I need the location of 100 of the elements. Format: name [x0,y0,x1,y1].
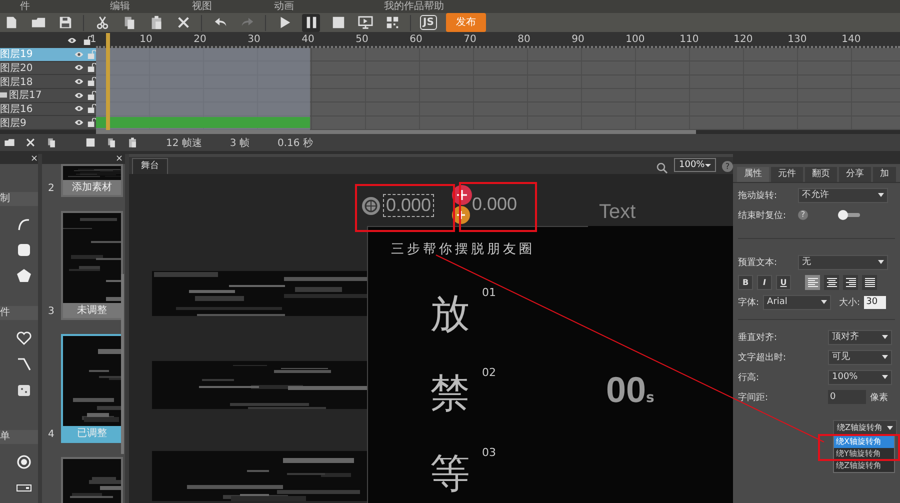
dropdown-option[interactable]: 绕Z轴旋转角 [834,460,894,472]
panel-tab[interactable]: 加 [873,167,896,182]
menu-item[interactable]: 件 [0,0,100,13]
panel-tab[interactable]: 分享 [839,167,871,182]
add-icon[interactable] [451,205,471,225]
javascript-button[interactable]: JS [420,14,437,32]
folder-icon [30,15,46,30]
page-thumbnail[interactable]: 添加素材 [61,164,123,197]
step-number: 03 [482,446,496,459]
field-label: 拖动旋转: [738,190,778,202]
text-style-button[interactable]: I [757,274,772,290]
copy-icon[interactable] [46,137,57,148]
menu-item[interactable]: 编辑 [100,0,182,13]
dropdown[interactable]: 绕Z轴旋转角 [833,420,897,435]
unlock-icon[interactable] [87,118,96,128]
unlock-icon[interactable] [87,63,96,72]
align-icon [846,278,856,286]
frame-number: 60 [410,34,422,45]
dropdown-option[interactable]: 绕Y轴旋转角 [834,448,894,460]
rotate-handle-icon[interactable] [361,196,381,216]
add-icon[interactable] [451,184,473,206]
field-label: 垂直对齐: [738,332,778,344]
panel-tab[interactable]: 属性 [737,167,769,182]
heart-icon[interactable] [16,330,32,346]
layer-row[interactable]: 图层18 [0,75,96,89]
stop-icon[interactable] [85,137,96,148]
dice-icon[interactable] [16,382,32,398]
caret-icon [887,424,893,430]
copy-icon[interactable] [106,137,117,148]
field-label: 字体: [738,296,760,308]
text-element[interactable]: Text [599,201,636,224]
page-thumbnail[interactable]: 未调整 [61,211,123,320]
dropdown[interactable]: 100% [828,370,892,384]
dropdown[interactable]: Arial [763,294,832,310]
rounded-square-icon[interactable] [16,242,32,258]
layer-name: 图层19 [0,48,33,62]
x-position-field[interactable]: 0.000 [383,194,434,217]
eye-icon[interactable] [74,78,84,86]
menu-item[interactable]: 动画 [274,0,384,13]
search-icon[interactable] [656,162,668,174]
arc-icon[interactable] [16,216,32,232]
unit-label: 像素 [870,392,888,404]
eye-icon[interactable] [67,37,77,44]
y-position-field[interactable]: 0.000 [472,194,518,215]
pentagon-icon[interactable] [16,268,32,284]
layer-row[interactable]: 图层16 [0,102,96,116]
wrench-icon[interactable] [16,356,32,372]
close-button[interactable]: × [30,154,38,164]
paste-icon[interactable] [127,137,138,148]
align-button[interactable] [843,274,858,290]
panel-tab[interactable]: 元件 [771,167,803,182]
unlock-icon[interactable] [87,77,96,86]
dropdown-option[interactable]: 绕X轴旋转角 [834,436,894,448]
panel-tab[interactable]: 翻页 [805,167,837,182]
pause-button[interactable] [302,14,320,32]
align-button[interactable] [862,274,877,290]
dropdown[interactable]: 无 [798,254,888,270]
layer-row[interactable]: 图层17 [0,88,96,103]
dropdown[interactable]: 顶对齐 [828,330,892,344]
spacing-field[interactable]: 0 [828,390,866,404]
timeline-info: 12 帧速 [166,136,202,150]
layer-row[interactable]: 图层20 [0,62,96,76]
menu-item[interactable]: 我的作品 [384,0,424,13]
dropdown[interactable]: 可见 [828,350,892,364]
scrollbar[interactable] [121,274,124,454]
monitor-button[interactable] [356,14,374,32]
text-style-button[interactable]: U [776,274,791,290]
zoom-select[interactable]: 100% [674,158,716,172]
frame-number: 120 [734,34,753,45]
frame-number: 130 [788,34,807,45]
eye-icon[interactable] [74,105,84,112]
align-button[interactable] [824,274,839,290]
stage-tab[interactable]: 舞台 [132,158,168,174]
align-icon [864,278,874,286]
unlock-icon[interactable] [87,104,96,114]
folder-icon [0,92,7,98]
folder-icon[interactable] [4,137,15,148]
stop-icon [330,15,346,30]
eye-icon[interactable] [74,92,84,99]
close-icon[interactable] [25,137,36,148]
help-button[interactable]: ? [722,161,733,172]
field-label: 大小: [839,296,860,308]
frame-number: 90 [572,34,584,45]
caret-icon [882,354,888,360]
unlock-icon[interactable] [83,36,92,45]
menu-item[interactable]: 视图 [182,0,274,13]
eye-icon[interactable] [74,50,84,58]
menu-item[interactable]: 帮助 [424,0,444,13]
unlock-icon[interactable] [87,90,96,100]
countdown-unit: s [646,390,654,406]
align-button[interactable] [805,274,820,290]
eye-icon[interactable] [74,119,84,126]
close-button[interactable]: × [115,154,123,164]
scrollbar[interactable] [96,130,696,134]
eye-icon[interactable] [74,64,84,72]
radio-icon[interactable] [16,454,32,470]
toggle-switch[interactable] [838,213,860,217]
dropdown[interactable]: 不允许 [798,188,888,202]
size-field[interactable]: 30 [864,296,886,308]
text-style-button[interactable]: B [738,274,753,290]
